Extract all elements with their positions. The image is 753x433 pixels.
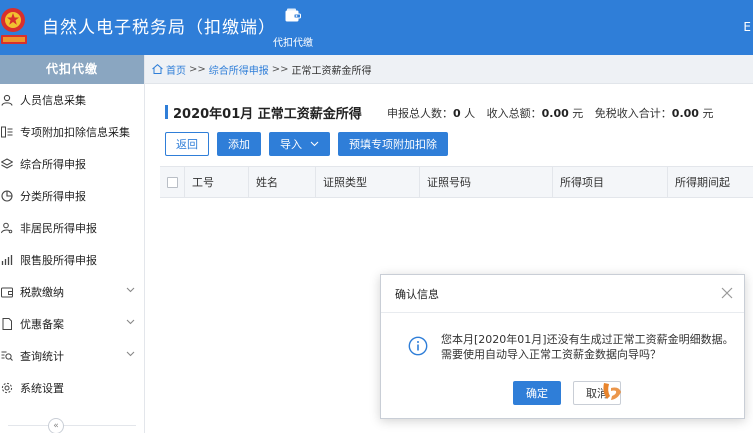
user-icon <box>0 94 16 106</box>
column-header-id[interactable]: 工号 <box>185 166 249 198</box>
taxfree-value: 0.00 <box>671 107 699 120</box>
sidebar-item-preferential-filing[interactable]: 优惠备案 <box>0 308 144 340</box>
magnify-icon <box>0 350 16 362</box>
reporters-unit: 人 <box>464 107 476 120</box>
pie-icon <box>0 190 16 202</box>
toolbar: 返回 添加 导入 预填专项附加扣除 <box>165 132 448 156</box>
income-label: 收入总额： <box>486 107 542 120</box>
sidebar-item-tax-payment[interactable]: 税款缴纳 <box>0 276 144 308</box>
chevron-down-icon <box>126 351 135 357</box>
column-header-id-number[interactable]: 证照号码 <box>420 166 553 198</box>
reporters-value: 0 <box>453 107 461 120</box>
info-icon <box>408 336 428 356</box>
sidebar-item-label: 综合所得申报 <box>20 158 86 171</box>
column-header-income-item[interactable]: 所得项目 <box>553 166 668 198</box>
prefill-deduction-button[interactable]: 预填专项附加扣除 <box>338 132 448 156</box>
breadcrumb-separator: >> <box>271 63 289 75</box>
wallet-icon <box>285 8 301 22</box>
chevron-down-icon <box>126 319 135 325</box>
select-all-checkbox[interactable] <box>167 176 178 188</box>
app-title: 自然人电子税务局（扣缴端） <box>42 18 276 38</box>
dialog-message-line1: 您本月[2020年01月]还没有生成过正常工资薪金明细数据。 <box>441 333 734 346</box>
chevron-down-icon <box>310 141 319 147</box>
breadcrumb-home[interactable]: 首页 <box>166 62 186 77</box>
breadcrumb-separator: >> <box>189 63 206 75</box>
column-header-id-type[interactable]: 证照类型 <box>316 166 420 198</box>
sidebar-item-special-deduction[interactable]: 专项附加扣除信息采集 <box>0 116 144 148</box>
page-title-bar: 2020年01月 正常工资薪金所得 <box>165 104 362 122</box>
list-icon <box>0 126 16 138</box>
chevron-down-icon <box>126 287 135 293</box>
person-search-icon <box>0 222 16 234</box>
import-dropdown-button[interactable]: 导入 <box>269 132 330 156</box>
sidebar-item-query-stats[interactable]: 查询统计 <box>0 340 144 372</box>
sidebar-item-label: 税款缴纳 <box>20 286 64 299</box>
breadcrumb-current: 正常工资薪金所得 <box>291 65 372 77</box>
breadcrumb-comprehensive[interactable]: 综合所得申报 <box>209 62 269 77</box>
sidebar-item-label: 分类所得申报 <box>20 190 86 203</box>
taxfree-label: 免税收入合计： <box>594 107 672 120</box>
home-icon[interactable] <box>152 64 163 74</box>
ok-button[interactable]: 确定 <box>513 381 561 405</box>
sidebar-item-label: 专项附加扣除信息采集 <box>20 126 130 139</box>
dialog-title: 确认信息 <box>381 275 744 313</box>
taxfree-unit: 元 <box>702 107 714 120</box>
gear-icon <box>0 382 16 394</box>
sidebar-item-label: 查询统计 <box>20 350 64 363</box>
national-emblem-icon <box>1 8 27 44</box>
app-header: 自然人电子税务局（扣缴端） 代扣代缴 E <box>0 0 753 55</box>
close-icon[interactable] <box>720 286 734 300</box>
breadcrumb: 首页 >> 综合所得申报 >> 正常工资薪金所得 <box>145 55 753 84</box>
sidebar-item-restricted-stock[interactable]: 限售股所得申报 <box>0 244 144 276</box>
table-header: 工号 姓名 证照类型 证照号码 所得项目 所得期间起 <box>160 166 753 198</box>
sidebar-item-system-settings[interactable]: 系统设置 <box>0 372 144 404</box>
header-edge-text: E <box>743 20 751 34</box>
sidebar: 代扣代缴 人员信息采集 专项附加扣除信息采集 综合所得申报 分类所得申报 非居民… <box>0 55 145 433</box>
watermark-logo-icon <box>603 383 621 400</box>
sidebar-item-label: 限售股所得申报 <box>20 254 97 267</box>
sidebar-item-label: 非居民所得申报 <box>20 222 97 235</box>
page-title: 2020年01月 正常工资薪金所得 <box>173 106 362 122</box>
sidebar-title: 代扣代缴 <box>0 55 144 84</box>
select-all-cell <box>160 166 185 198</box>
top-nav-withholding[interactable]: 代扣代缴 <box>262 0 324 55</box>
sidebar-divider <box>8 425 136 426</box>
sidebar-collapse-button[interactable]: « <box>48 418 64 433</box>
add-button[interactable]: 添加 <box>217 132 261 156</box>
sidebar-item-label: 人员信息采集 <box>20 94 86 107</box>
column-header-name[interactable]: 姓名 <box>249 166 316 198</box>
title-accent-bar <box>165 105 168 119</box>
reporters-label: 申报总人数： <box>387 107 453 120</box>
top-nav-label: 代扣代缴 <box>273 38 313 49</box>
wallet-icon <box>0 286 16 298</box>
dialog-footer: 确定 取消 <box>381 381 746 407</box>
sidebar-item-comprehensive[interactable]: 综合所得申报 <box>0 148 144 180</box>
dialog-body: 您本月[2020年01月]还没有生成过正常工资薪金明细数据。 需要使用自动导入正… <box>381 327 746 367</box>
confirm-dialog: 确认信息 您本月[2020年01月]还没有生成过正常工资薪金明细数据。 需要使用… <box>380 274 745 419</box>
column-header-period-start[interactable]: 所得期间起 <box>668 166 753 198</box>
import-label: 导入 <box>280 138 302 151</box>
sidebar-item-personnel[interactable]: 人员信息采集 <box>0 84 144 116</box>
income-unit: 元 <box>572 107 584 120</box>
dialog-message: 您本月[2020年01月]还没有生成过正常工资薪金明细数据。 需要使用自动导入正… <box>441 332 734 362</box>
layers-icon <box>0 158 16 170</box>
sidebar-item-classified[interactable]: 分类所得申报 <box>0 180 144 212</box>
back-button[interactable]: 返回 <box>165 132 209 156</box>
document-icon <box>0 318 16 330</box>
sidebar-item-label: 优惠备案 <box>20 318 64 331</box>
sidebar-item-label: 系统设置 <box>20 382 64 395</box>
dialog-message-line2: 需要使用自动导入正常工资薪金数据向导吗？ <box>441 348 661 361</box>
summary-stats: 申报总人数：0 人 收入总额：0.00 元 免税收入合计：0.00 元 <box>387 105 713 121</box>
sidebar-item-nonresident[interactable]: 非居民所得申报 <box>0 212 144 244</box>
bar-chart-icon <box>0 254 16 266</box>
income-value: 0.00 <box>541 107 569 120</box>
